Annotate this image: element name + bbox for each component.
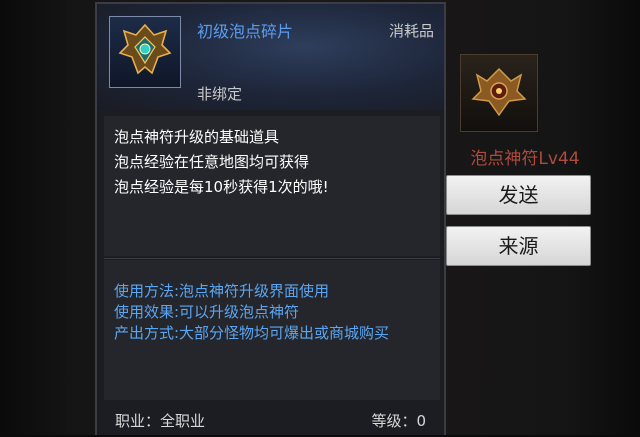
item-detail-panel: 泡点神符Lv44 发送 来源 xyxy=(440,40,610,290)
item-type-label: 消耗品 xyxy=(388,22,434,40)
send-button[interactable]: 发送 xyxy=(446,175,591,215)
section-divider xyxy=(104,258,440,259)
rune-icon xyxy=(460,54,538,132)
class-requirement: 职业：全职业 xyxy=(115,412,206,430)
tooltip-header: 初级泡点碎片 消耗品 非绑定 xyxy=(97,4,444,110)
description-line: 泡点经验是每10秒获得1次的哦! xyxy=(114,178,329,196)
usage-box: 使用方法:泡点神符升级界面使用 使用效果:可以升级泡点神符 产出方式:大部分怪物… xyxy=(104,260,440,400)
emblem-icon xyxy=(109,16,181,88)
item-tooltip: 初级泡点碎片 消耗品 非绑定 泡点神符升级的基础道具 泡点经验在任意地图均可获得… xyxy=(95,2,446,435)
usage-line: 使用效果:可以升级泡点神符 xyxy=(114,303,300,321)
usage-line: 使用方法:泡点神符升级界面使用 xyxy=(114,282,330,300)
description-line: 泡点经验在任意地图均可获得 xyxy=(114,153,310,171)
bg-item-name: 泡点神符Lv44 xyxy=(470,149,580,169)
item-name: 初级泡点碎片 xyxy=(197,22,294,41)
usage-line: 产出方式:大部分怪物均可爆出或商城购买 xyxy=(114,324,390,342)
bind-state-label: 非绑定 xyxy=(197,85,243,103)
source-button[interactable]: 来源 xyxy=(446,226,591,266)
tooltip-footer: 职业：全职业 等级：0 xyxy=(97,402,444,437)
description-line: 泡点神符升级的基础道具 xyxy=(114,128,280,146)
level-requirement: 等级：0 xyxy=(371,412,426,430)
description-box: 泡点神符升级的基础道具 泡点经验在任意地图均可获得 泡点经验是每10秒获得1次的… xyxy=(104,116,440,256)
